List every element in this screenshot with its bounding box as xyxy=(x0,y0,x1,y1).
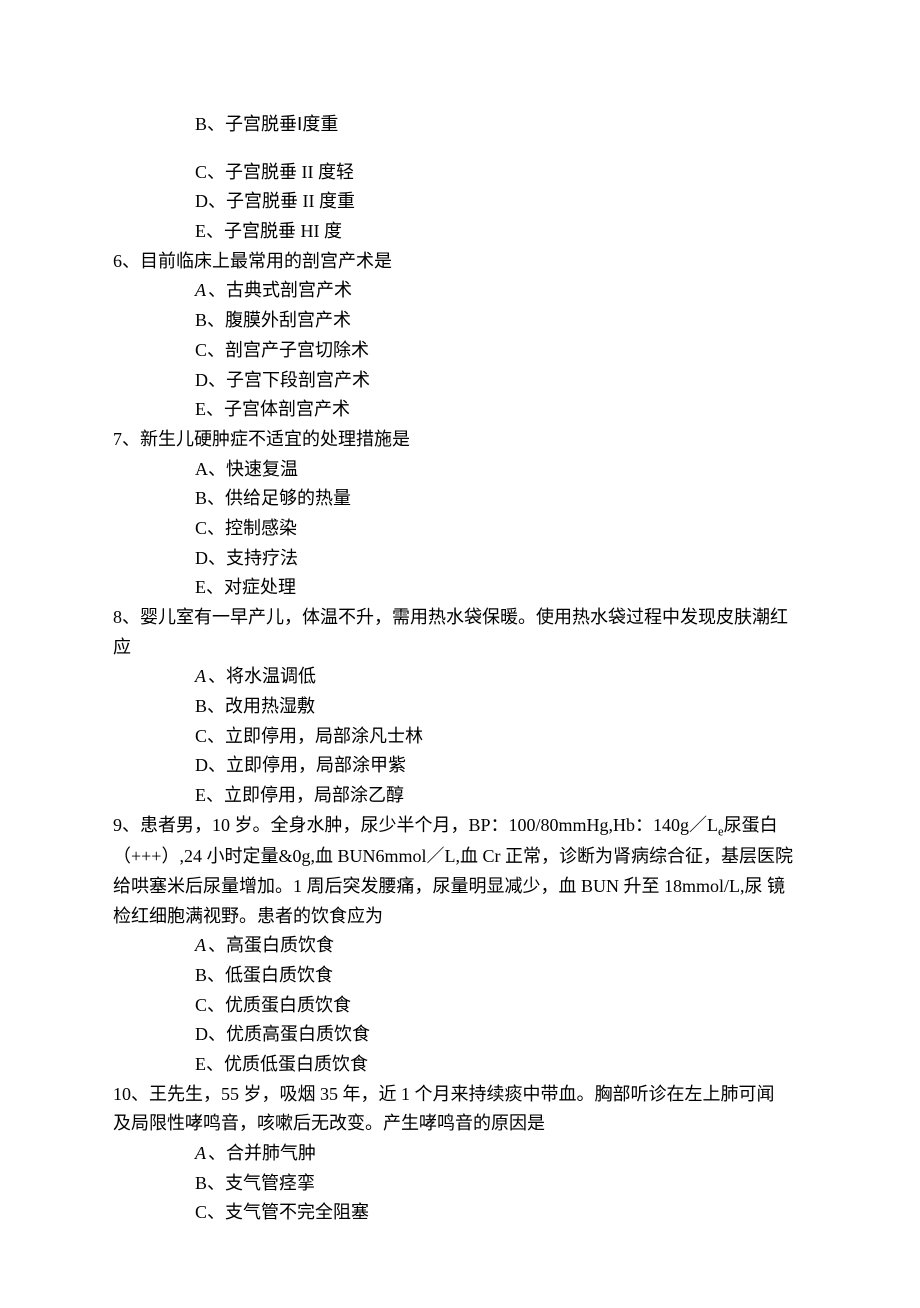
option-letter: C xyxy=(195,162,207,182)
q6-option-c: C、剖宫产子宫切除术 xyxy=(113,336,807,366)
option-text: 子宫下段剖宫产术 xyxy=(226,370,370,390)
option-text: 腹膜外刮宫产术 xyxy=(225,310,351,330)
option-text: 古典式剖宫产术 xyxy=(226,280,352,300)
q10-option-a: A、合并肺气肿 xyxy=(113,1139,807,1169)
q5-option-c: C、子宫脱垂 II 度轻 xyxy=(113,158,807,188)
q9-stem-line1: 9、患者男，10 岁。全身水肿，尿少半个月，BP：100/80mmHg,Hb：1… xyxy=(113,811,807,842)
option-letter: D xyxy=(195,191,208,211)
option-letter: C xyxy=(195,726,207,746)
option-text: 优质蛋白质饮食 xyxy=(225,995,351,1015)
q7-stem: 7、新生儿硬肿症不适宜的处理措施是 xyxy=(113,425,807,455)
option-letter: A xyxy=(195,666,206,686)
q7-option-d: D、支持疗法 xyxy=(113,544,807,574)
option-text: 对症处理 xyxy=(224,577,296,597)
option-text: 合并肺气肿 xyxy=(226,1143,316,1163)
q8-stem-line2: 应 xyxy=(113,633,807,663)
q9-option-d: D、优质高蛋白质饮食 xyxy=(113,1020,807,1050)
q8-option-d: D、立即停用，局部涂甲紫 xyxy=(113,751,807,781)
option-text: 将水温调低 xyxy=(226,666,316,686)
q5-option-b: B、子宫脱垂Ⅰ度重 xyxy=(113,110,807,140)
option-letter: D xyxy=(195,755,208,775)
option-text: 子宫脱垂 II 度轻 xyxy=(225,162,354,182)
q7-option-b: B、供给足够的热量 xyxy=(113,484,807,514)
option-text: 低蛋白质饮食 xyxy=(225,965,333,985)
option-letter: C xyxy=(195,518,207,538)
q6-stem: 6、目前临床上最常用的剖宫产术是 xyxy=(113,247,807,277)
q5-option-e: E、子宫脱垂 HI 度 xyxy=(113,217,807,247)
option-letter: E xyxy=(195,221,206,241)
q9-stem-line2: （+++）,24 小时定量&0g,血 BUN6mmol／L,血 Cr 正常，诊断… xyxy=(113,842,807,872)
option-letter: B xyxy=(195,310,207,330)
option-letter: D xyxy=(195,548,208,568)
option-letter: B xyxy=(195,114,207,134)
option-text: 支气管不完全阻塞 xyxy=(225,1202,369,1222)
option-letter: A xyxy=(195,1143,206,1163)
q8-stem-line1: 8、婴儿室有一早产儿，体温不升，需用热水袋保暖。使用热水袋过程中发现皮肤潮红 xyxy=(113,603,807,633)
option-text: 子宫体剖宫产术 xyxy=(224,399,350,419)
q10-stem-line1: 10、王先生，55 岁，吸烟 35 年，近 1 个月来持续痰中带血。胸部听诊在左… xyxy=(113,1080,807,1110)
q9-stem-line4: 检红细胞满视野。患者的饮食应为 xyxy=(113,902,807,932)
option-letter: A xyxy=(195,459,208,479)
option-text: 控制感染 xyxy=(225,518,297,538)
option-text: 快速复温 xyxy=(226,459,298,479)
option-text: 子宫脱垂 II 度重 xyxy=(226,191,355,211)
q9-option-b: B、低蛋白质饮食 xyxy=(113,961,807,991)
option-letter: A xyxy=(195,280,206,300)
option-text: 优质低蛋白质饮食 xyxy=(224,1054,368,1074)
option-letter: C xyxy=(195,995,207,1015)
q10-stem-line2: 及局限性哮鸣音，咳嗽后无改变。产生哮鸣音的原因是 xyxy=(113,1109,807,1139)
q9-stem-l1-pre: 9、患者男，10 岁。全身水肿，尿少半个月，BP：100/80mmHg,Hb：1… xyxy=(113,815,718,835)
option-text: 高蛋白质饮食 xyxy=(226,935,334,955)
q6-option-a: A、古典式剖宫产术 xyxy=(113,276,807,306)
q8-option-b: B、改用热湿敷 xyxy=(113,692,807,722)
option-text: 立即停用，局部涂乙醇 xyxy=(224,785,404,805)
option-letter: B xyxy=(195,965,207,985)
option-text: 子宫脱垂Ⅰ度重 xyxy=(225,114,338,134)
option-text: 改用热湿敷 xyxy=(225,696,315,716)
option-text: 支气管痉挛 xyxy=(225,1173,315,1193)
q9-stem-l1-post: 尿蛋白 xyxy=(724,815,778,835)
q8-option-a: A、将水温调低 xyxy=(113,662,807,692)
q8-option-e: E、立即停用，局部涂乙醇 xyxy=(113,781,807,811)
q6-option-b: B、腹膜外刮宫产术 xyxy=(113,306,807,336)
q6-option-e: E、子宫体剖宫产术 xyxy=(113,395,807,425)
option-letter: C xyxy=(195,1202,207,1222)
option-letter: B xyxy=(195,488,207,508)
option-letter: E xyxy=(195,399,206,419)
option-text: 支持疗法 xyxy=(226,548,298,568)
option-letter: B xyxy=(195,696,207,716)
option-text: 立即停用，局部涂甲紫 xyxy=(226,755,406,775)
q10-option-b: B、支气管痉挛 xyxy=(113,1169,807,1199)
option-letter: A xyxy=(195,935,206,955)
option-letter: E xyxy=(195,1054,206,1074)
option-letter: D xyxy=(195,370,208,390)
option-text: 立即停用，局部涂凡士林 xyxy=(225,726,423,746)
q7-option-a: A、快速复温 xyxy=(113,455,807,485)
option-letter: E xyxy=(195,785,206,805)
option-letter: E xyxy=(195,577,206,597)
q6-option-d: D、子宫下段剖宫产术 xyxy=(113,366,807,396)
option-letter: C xyxy=(195,340,207,360)
q10-option-c: C、支气管不完全阻塞 xyxy=(113,1198,807,1228)
q5-option-d: D、子宫脱垂 II 度重 xyxy=(113,187,807,217)
q8-option-c: C、立即停用，局部涂凡士林 xyxy=(113,722,807,752)
q7-option-c: C、控制感染 xyxy=(113,514,807,544)
q9-option-e: E、优质低蛋白质饮食 xyxy=(113,1050,807,1080)
option-text: 剖宫产子宫切除术 xyxy=(225,340,369,360)
option-text: 供给足够的热量 xyxy=(225,488,351,508)
q9-option-c: C、优质蛋白质饮食 xyxy=(113,991,807,1021)
option-text: 子宫脱垂 HI 度 xyxy=(224,221,342,241)
option-text: 优质高蛋白质饮食 xyxy=(226,1024,370,1044)
q9-option-a: A、高蛋白质饮食 xyxy=(113,931,807,961)
option-letter: B xyxy=(195,1173,207,1193)
option-letter: D xyxy=(195,1024,208,1044)
q9-stem-line3: 给哄塞米后尿量增加。1 周后突发腰痛，尿量明显减少，血 BUN 升至 18mmo… xyxy=(113,872,807,902)
q7-option-e: E、对症处理 xyxy=(113,573,807,603)
